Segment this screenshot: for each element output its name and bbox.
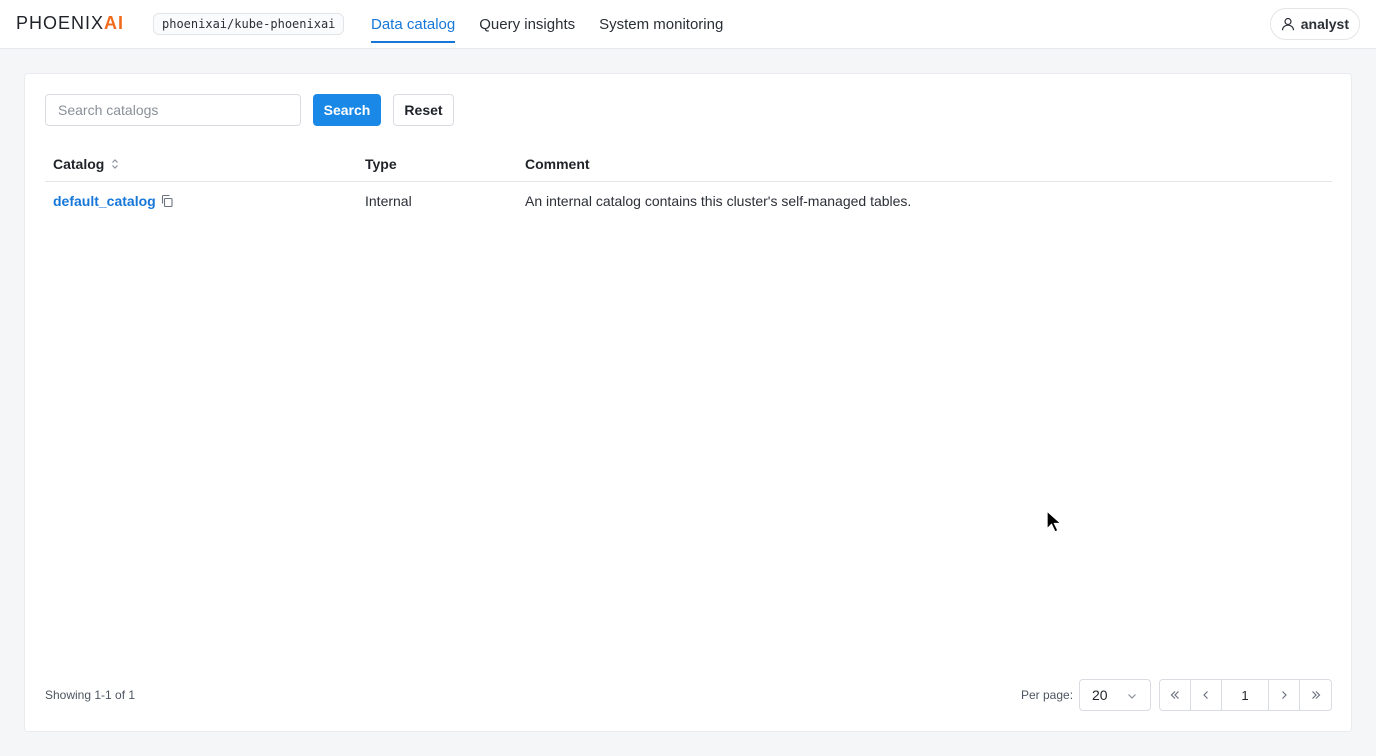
per-page-label: Per page: <box>1021 688 1074 702</box>
column-header-comment: Comment <box>525 156 590 172</box>
page-number-input[interactable] <box>1222 680 1269 710</box>
catalog-table: Catalog Type Comment default_catalog Int… <box>45 147 1332 220</box>
per-page-value: 20 <box>1092 687 1108 703</box>
next-page-button[interactable] <box>1269 680 1300 710</box>
logo-text-main: PHOENIX <box>16 13 105 33</box>
pagination-controls <box>1159 679 1332 711</box>
username: analyst <box>1300 16 1349 32</box>
per-page-select[interactable]: 20 <box>1079 679 1151 711</box>
copy-icon[interactable] <box>160 194 174 208</box>
search-button[interactable]: Search <box>313 94 381 126</box>
user-menu-button[interactable]: analyst <box>1269 8 1360 40</box>
top-navbar: PHOENIXAI phoenixai/kube-phoenixai Data … <box>0 0 1376 49</box>
double-chevron-right-icon <box>1311 691 1320 699</box>
pagination-summary: Showing 1-1 of 1 <box>45 688 136 702</box>
cell-type: Internal <box>365 193 412 209</box>
first-page-button[interactable] <box>1160 680 1191 710</box>
catalog-panel: Search Reset Catalog Type Comment defaul… <box>24 73 1352 732</box>
cell-comment: An internal catalog contains this cluste… <box>525 193 912 209</box>
logo-text-accent: AI <box>104 13 125 33</box>
reset-button[interactable]: Reset <box>393 94 454 126</box>
logo[interactable]: PHOENIXAI <box>16 14 124 32</box>
sort-icon[interactable] <box>110 158 120 170</box>
catalog-search-input[interactable] <box>45 94 301 126</box>
main-nav: Data catalog Query insights System monit… <box>371 0 747 49</box>
last-page-button[interactable] <box>1300 680 1331 710</box>
column-header-catalog[interactable]: Catalog <box>45 156 365 172</box>
cell-catalog: default_catalog <box>45 193 365 209</box>
prev-page-button[interactable] <box>1191 680 1222 710</box>
mouse-cursor-icon <box>1046 509 1064 539</box>
chevron-left-icon <box>1203 691 1208 699</box>
column-header-type: Type <box>365 156 397 172</box>
user-icon <box>1281 17 1295 31</box>
column-header-catalog-label: Catalog <box>53 156 105 172</box>
tab-data-catalog[interactable]: Data catalog <box>371 0 456 49</box>
chevron-right-icon <box>1282 691 1287 699</box>
cluster-name-chip: phoenixai/kube-phoenixai <box>153 13 345 35</box>
table-header: Catalog Type Comment <box>45 147 1332 182</box>
catalog-link[interactable]: default_catalog <box>53 193 156 209</box>
tab-query-insights[interactable]: Query insights <box>479 0 575 49</box>
chevron-down-icon <box>1126 689 1138 705</box>
tab-system-monitoring[interactable]: System monitoring <box>599 0 723 49</box>
double-chevron-left-icon <box>1170 691 1179 699</box>
table-row: default_catalog Internal An internal cat… <box>45 182 1332 220</box>
